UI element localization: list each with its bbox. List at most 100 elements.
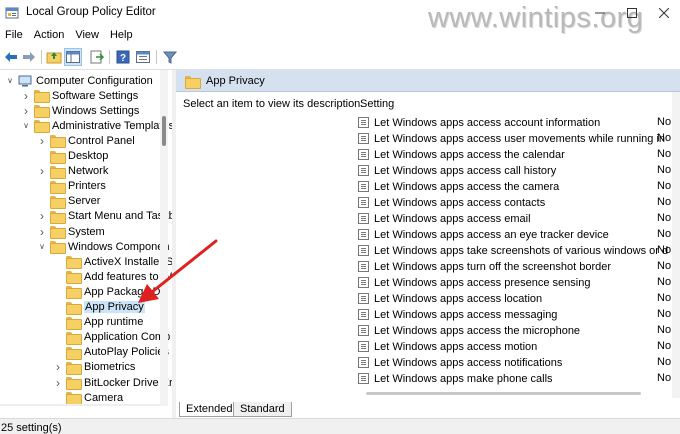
setting-row[interactable]: Let Windows apps access the calendar <box>358 147 668 162</box>
setting-row[interactable]: Let Windows apps access notifications <box>358 355 668 370</box>
setting-state: Not configured <box>657 324 671 336</box>
setting-row[interactable]: Let Windows apps turn off the screenshot… <box>358 259 668 274</box>
setting-state: Not configured <box>657 340 671 352</box>
chevron-down-icon[interactable]: ∨ <box>36 241 48 253</box>
menu-action[interactable]: Action <box>29 26 71 46</box>
tree-item[interactable]: ∨ Administrative Templates <box>20 118 172 134</box>
setting-name: Let Windows apps access call history <box>374 164 557 177</box>
menu-help[interactable]: Help <box>105 26 139 46</box>
setting-state: Not configured <box>657 212 671 224</box>
window-title: Local Group Policy Editor <box>26 6 156 18</box>
tree-item[interactable]: ActiveX Installer S <box>52 254 172 270</box>
tree-item[interactable]: › BitLocker Drive Er <box>52 375 172 390</box>
tree-item[interactable]: Printers <box>36 179 106 194</box>
tree-item[interactable]: › Control Panel <box>36 133 135 149</box>
minimize-icon <box>595 12 605 14</box>
forward-button[interactable] <box>20 48 38 66</box>
chevron-right-icon[interactable]: › <box>20 89 32 103</box>
tree-item[interactable]: App runtime <box>52 315 143 330</box>
tree-scrollbar-thumb[interactable] <box>162 116 166 146</box>
policy-setting-icon <box>358 373 369 384</box>
tree-item[interactable]: › Network <box>36 164 108 179</box>
help-button[interactable]: ? <box>114 48 132 66</box>
tree-item-label: ActiveX Installer S <box>84 255 172 268</box>
tree-item[interactable]: › Windows Settings <box>20 103 139 119</box>
setting-row[interactable]: Let Windows apps access call history <box>358 163 668 178</box>
setting-row[interactable]: Let Windows apps access the microphone <box>358 323 668 338</box>
properties-button[interactable] <box>134 48 152 66</box>
show-hide-tree-button[interactable] <box>64 48 82 66</box>
toolbar-separator <box>109 50 110 64</box>
setting-name: Let Windows apps take screenshots of var… <box>374 244 668 257</box>
folder-icon <box>34 90 50 104</box>
console-tree: ∨ Computer Configuration › Software Setting… <box>0 70 172 406</box>
tree-item[interactable]: › Software Settings <box>20 88 138 104</box>
setting-row[interactable]: Let Windows apps take screenshots of var… <box>358 243 668 258</box>
tree-item[interactable]: Add features to W <box>52 269 172 285</box>
tree-item[interactable]: Application Comp <box>52 330 170 345</box>
chevron-right-icon[interactable]: › <box>36 134 48 148</box>
menu-view[interactable]: View <box>70 26 105 46</box>
tree-item[interactable]: App Package D <box>52 284 160 300</box>
window: Local Group Policy Editor www.wintips.or… <box>0 0 680 434</box>
setting-row[interactable]: Let Windows apps access the camera <box>358 179 668 194</box>
export-list-button[interactable] <box>88 48 106 66</box>
setting-row[interactable]: Let Windows apps access an eye tracker d… <box>358 227 668 242</box>
maximize-button[interactable] <box>616 0 648 26</box>
policy-setting-icon <box>358 309 369 320</box>
policy-setting-icon <box>358 293 369 304</box>
tree-item[interactable]: Camera <box>52 390 123 406</box>
setting-row[interactable]: Let Windows apps make phone calls <box>358 371 668 386</box>
tree-item[interactable]: Server <box>36 194 100 209</box>
setting-row[interactable]: Let Windows apps access location <box>358 291 668 306</box>
tree-item[interactable]: › System <box>36 224 105 239</box>
tab-standard[interactable]: Standard <box>233 402 292 417</box>
filter-icon <box>163 51 177 64</box>
setting-row[interactable]: Let Windows apps access account informat… <box>358 115 668 130</box>
minimize-button[interactable] <box>584 0 616 26</box>
tree-item[interactable]: App Privacy <box>52 300 145 315</box>
setting-row[interactable]: Let Windows apps access messaging <box>358 307 668 322</box>
tree-item[interactable]: › Biometrics <box>52 360 135 375</box>
chevron-right-icon[interactable]: › <box>36 209 48 223</box>
folder-icon <box>50 241 66 255</box>
setting-row[interactable]: Let Windows apps access contacts <box>358 195 668 210</box>
setting-row[interactable]: Let Windows apps access presence sensing <box>358 275 668 290</box>
tree-item-label: Windows Componen <box>68 240 170 253</box>
filter-button[interactable] <box>161 48 179 66</box>
chevron-right-icon[interactable]: › <box>36 225 48 239</box>
close-button[interactable] <box>648 0 680 26</box>
chevron-right-icon[interactable]: › <box>36 164 48 178</box>
setting-row[interactable]: Let Windows apps access email <box>358 211 668 226</box>
menu-file[interactable]: File <box>0 26 29 46</box>
setting-row[interactable]: Let Windows apps access motion <box>358 339 668 354</box>
chevron-right-icon[interactable]: › <box>52 376 64 390</box>
chevron-down-icon[interactable]: ∨ <box>4 75 16 87</box>
up-folder-button[interactable] <box>45 48 63 66</box>
details-horizontal-scrollbar-thumb[interactable] <box>366 392 641 395</box>
help-icon: ? <box>116 50 130 64</box>
setting-row[interactable]: Let Windows apps access user movements w… <box>358 131 668 146</box>
policy-setting-icon <box>358 149 369 160</box>
tree-item[interactable]: ∨ Computer Configuration <box>4 73 153 88</box>
back-button[interactable] <box>2 48 20 66</box>
chevron-right-icon[interactable]: › <box>20 104 32 118</box>
tree-item[interactable]: AutoPlay Policies <box>52 345 169 360</box>
setting-state: Not configured <box>657 276 671 288</box>
details-vertical-scrollbar[interactable] <box>672 92 680 398</box>
tab-extended[interactable]: Extended <box>179 402 240 417</box>
setting-name: Let Windows apps access the calendar <box>374 148 565 161</box>
tree-item[interactable]: ∨ Windows Componen <box>36 239 170 255</box>
column-header-setting[interactable]: Setting <box>360 98 394 110</box>
tree-item-label: Network <box>68 165 109 178</box>
tree-item[interactable]: Desktop <box>36 149 108 164</box>
tree-item[interactable]: › Start Menu and Taskb <box>36 209 172 224</box>
chevron-right-icon[interactable]: › <box>52 360 64 374</box>
tree-horizontal-scrollbar[interactable] <box>0 404 160 406</box>
properties-icon <box>136 51 150 63</box>
chevron-down-icon[interactable]: ∨ <box>20 120 32 132</box>
